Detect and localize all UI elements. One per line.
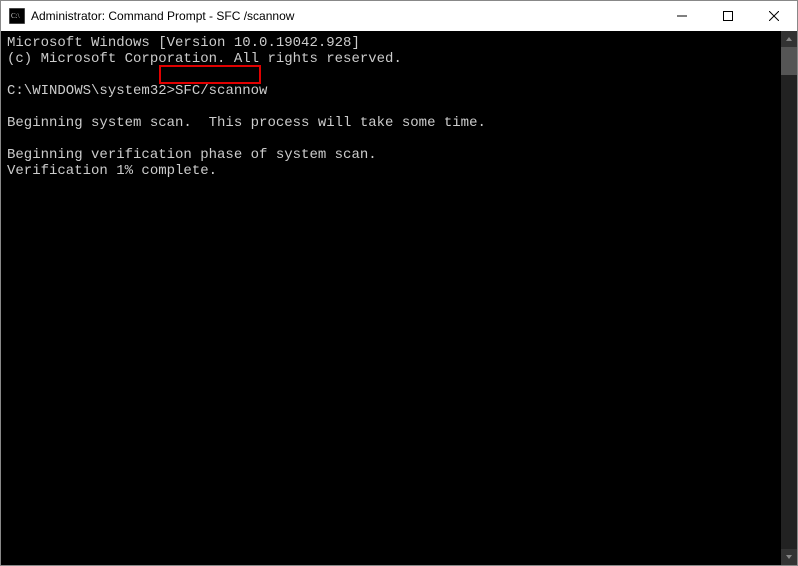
progress-line: Verification 1% complete. (7, 163, 217, 179)
window-controls (659, 1, 797, 31)
vertical-scrollbar[interactable] (781, 31, 797, 565)
version-line: Microsoft Windows [Version 10.0.19042.92… (7, 35, 360, 51)
terminal-output[interactable]: Microsoft Windows [Version 10.0.19042.92… (1, 31, 797, 565)
copyright-line: (c) Microsoft Corporation. All rights re… (7, 51, 402, 67)
verify-line: Beginning verification phase of system s… (7, 147, 377, 163)
titlebar[interactable]: C:\ Administrator: Command Prompt - SFC … (1, 1, 797, 31)
command-text: SFC/scannow (175, 83, 267, 99)
maximize-button[interactable] (705, 1, 751, 31)
scroll-up-button[interactable] (781, 31, 797, 47)
terminal-area: Microsoft Windows [Version 10.0.19042.92… (1, 31, 797, 565)
close-button[interactable] (751, 1, 797, 31)
window-title: Administrator: Command Prompt - SFC /sca… (31, 9, 294, 23)
svg-text:C:\: C:\ (11, 12, 20, 20)
cmd-icon: C:\ (9, 8, 25, 24)
scroll-down-button[interactable] (781, 549, 797, 565)
scroll-thumb[interactable] (781, 47, 797, 75)
scan-begin-line: Beginning system scan. This process will… (7, 115, 486, 131)
minimize-button[interactable] (659, 1, 705, 31)
prompt: C:\WINDOWS\system32> (7, 83, 175, 99)
